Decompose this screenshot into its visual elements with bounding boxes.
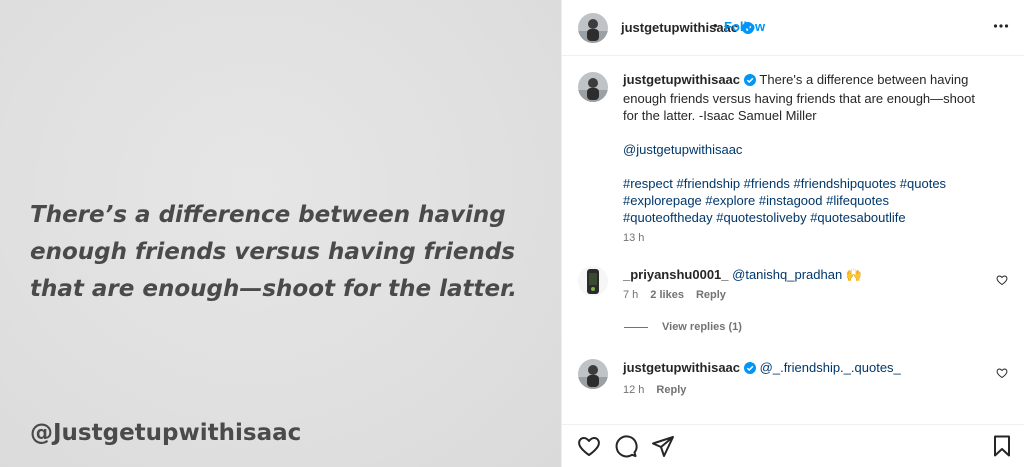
caption-mention[interactable]: @justgetupwithisaac <box>623 141 978 158</box>
comment-mention[interactable]: @_.friendship._.quotes_ <box>760 360 901 375</box>
separator-dot: • <box>713 18 718 33</box>
comment-mention[interactable]: @tanishq_pradhan <box>732 267 842 282</box>
reply-button[interactable]: Reply <box>696 289 726 301</box>
heart-icon[interactable] <box>577 434 601 463</box>
caption-meta: 13 h <box>623 230 978 247</box>
caption-main: justgetupwithisaac There's a difference … <box>623 71 978 124</box>
comment-time[interactable]: 12 h <box>623 384 644 396</box>
caption-body: justgetupwithisaac There's a difference … <box>623 71 978 247</box>
comment-username[interactable]: _priyanshu0001_ <box>623 267 729 282</box>
caption-time[interactable]: 13 h <box>623 232 644 244</box>
follow-button[interactable]: Follow <box>724 19 765 34</box>
bookmark-icon[interactable] <box>990 434 1014 463</box>
avatar[interactable] <box>578 72 608 102</box>
comment-body: justgetupwithisaac @_.friendship._.quote… <box>623 359 978 399</box>
comment-meta: 12 h Reply <box>623 382 978 399</box>
post-image: There’s a difference between having enou… <box>0 0 561 467</box>
reply-button[interactable]: Reply <box>656 384 686 396</box>
action-bar <box>562 424 1024 467</box>
post-header: justgetupwithisaac • Follow <box>562 0 1024 56</box>
view-replies-line <box>624 326 648 328</box>
comment-icon[interactable] <box>614 434 638 463</box>
verified-badge-icon <box>744 361 757 378</box>
view-replies-label[interactable]: View replies (1) <box>662 321 742 333</box>
caption-hashtags[interactable]: #respect #friendship #friends #friendshi… <box>623 175 978 226</box>
side-panel: justgetupwithisaac • Follow justgetupwit… <box>561 0 1024 467</box>
comment-meta: 7 h 2 likes Reply <box>623 287 978 304</box>
avatar[interactable] <box>578 13 608 43</box>
view-replies-button[interactable]: View replies (1) <box>624 321 742 333</box>
caption-username[interactable]: justgetupwithisaac <box>623 72 740 87</box>
comment-likes[interactable]: 2 likes <box>650 289 684 301</box>
comment-emoji: 🙌 <box>845 267 863 282</box>
verified-badge-icon <box>744 73 757 90</box>
header-username-text[interactable]: justgetupwithisaac <box>621 20 738 35</box>
avatar[interactable] <box>578 266 608 296</box>
handle-watermark: @Justgetupwithisaac <box>30 420 302 446</box>
avatar[interactable] <box>578 359 608 389</box>
like-comment-heart-icon[interactable] <box>996 273 1008 291</box>
quote-text: There’s a difference between having enou… <box>30 202 517 302</box>
like-comment-heart-icon[interactable] <box>996 366 1008 384</box>
comment-username[interactable]: justgetupwithisaac <box>623 360 740 375</box>
more-icon[interactable] <box>993 18 1009 39</box>
comment-time[interactable]: 7 h <box>623 289 638 301</box>
comments-area: justgetupwithisaac There's a difference … <box>562 56 1024 424</box>
comment-body: _priyanshu0001_ @tanishq_pradhan 🙌 7 h 2 … <box>623 266 978 304</box>
share-icon[interactable] <box>651 434 675 463</box>
